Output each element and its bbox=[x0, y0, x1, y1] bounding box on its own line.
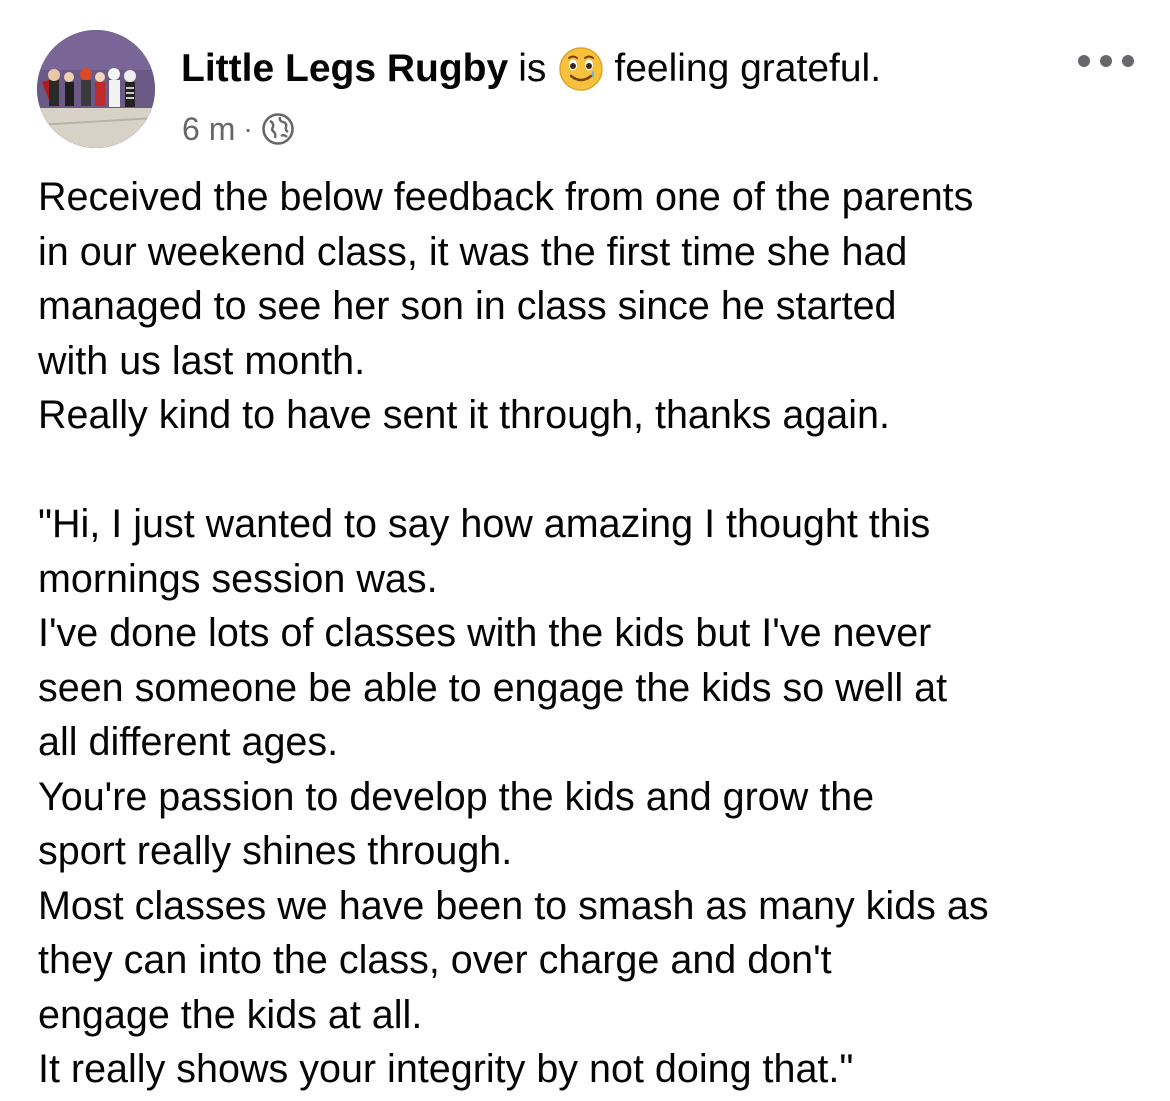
quote-text-line: all different ages. bbox=[38, 720, 339, 764]
page-avatar[interactable] bbox=[37, 30, 155, 148]
quote-text-line: they can into the class, over charge and… bbox=[38, 938, 832, 982]
smiling-face-with-tear-emoji-icon bbox=[558, 46, 604, 92]
quote-text-line: engage the kids at all. bbox=[38, 992, 423, 1037]
post-text-line: Received the below feedback from one of … bbox=[38, 175, 974, 219]
more-dot bbox=[1100, 55, 1112, 67]
quote-text-line: mornings session was. bbox=[38, 556, 438, 601]
avatar-photo bbox=[37, 30, 155, 148]
author-name-link[interactable]: Little Legs Rugby bbox=[181, 47, 508, 91]
meta-separator: · bbox=[243, 113, 253, 144]
quote-text-line: You're passion to develop the kids and g… bbox=[38, 774, 875, 819]
post-text-line: Really kind to have sent it through, tha… bbox=[38, 393, 890, 437]
quote-text-line: seen someone be able to engage the kids … bbox=[38, 665, 948, 710]
globe-icon[interactable] bbox=[261, 112, 295, 146]
quote-text-line: Most classes we have been to smash as ma… bbox=[38, 883, 989, 928]
quote-text-line: It really shows your integrity by not do… bbox=[38, 1047, 854, 1091]
post-text-line: managed to see her son in class since he… bbox=[38, 284, 897, 328]
quote-text-line: "Hi, I just wanted to say how amazing I … bbox=[38, 502, 931, 546]
more-dot bbox=[1122, 55, 1134, 67]
facebook-post: Little Legs Rugby is feeling grateful. 6… bbox=[0, 0, 1170, 1101]
post-timestamp[interactable]: 6 m bbox=[182, 111, 235, 148]
author-is-text: is bbox=[518, 47, 547, 90]
quote-text-line: I've done lots of classes with the kids … bbox=[38, 611, 932, 655]
more-options-icon[interactable] bbox=[1078, 44, 1134, 78]
feeling-text: feeling grateful. bbox=[614, 47, 882, 90]
post-author-line: Little Legs Rugby is feeling grateful. bbox=[181, 42, 881, 96]
post-text-line: with us last month. bbox=[38, 338, 366, 383]
more-dot bbox=[1078, 55, 1090, 67]
post-body-text: Received the below feedback from one of … bbox=[38, 170, 1148, 1097]
post-meta-line: 6 m · bbox=[182, 108, 295, 150]
post-text-line: in our weekend class, it was the first t… bbox=[38, 229, 908, 274]
quote-text-line: sport really shines through. bbox=[38, 829, 513, 873]
